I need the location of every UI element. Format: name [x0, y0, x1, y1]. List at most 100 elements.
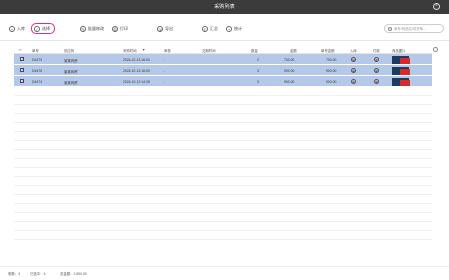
sort-down-icon[interactable]: ▼ — [142, 48, 145, 52]
cell-supplier: 某某商贸 — [64, 58, 78, 63]
select-button[interactable]: ✓ 选择 — [31, 23, 55, 34]
edit-icon: ✎ — [80, 25, 86, 32]
empty-row — [14, 132, 432, 141]
product-thumbnail-red — [400, 80, 410, 86]
cell-amount: 700.00 — [284, 57, 295, 62]
export-label: 导出 — [165, 25, 173, 31]
product-thumbnail-red — [400, 58, 410, 64]
statistics-button[interactable]: ◔ 统计 — [226, 23, 242, 34]
search-icon — [388, 26, 392, 31]
empty-row — [14, 231, 432, 240]
payment-icon[interactable]: ⊕ — [374, 57, 379, 62]
print-label: 打印 — [120, 25, 128, 31]
divider — [0, 40, 449, 41]
chart-icon: ◔ — [226, 25, 232, 32]
cell-order-amount: 900.00 — [326, 79, 337, 84]
batch-edit-button[interactable]: ✎ 批量修改 — [80, 23, 104, 34]
table-header: ✂ 单号 供应商 采购时间 ▼ 审核 交期时间 数量 金额 单号金额 入库 付款… — [14, 45, 432, 54]
cell-qty: 2 — [257, 57, 259, 62]
selected-count: 已选中：3 — [30, 272, 46, 276]
empty-row — [14, 159, 432, 168]
column-settings-icon[interactable] — [433, 47, 438, 52]
export-button[interactable]: ⇲ 导出 — [157, 23, 173, 34]
cell-qty: 3 — [257, 68, 259, 73]
stock-in-button[interactable]: + 入库 — [9, 23, 25, 34]
col-stock-in[interactable]: 入库 — [350, 48, 357, 53]
empty-row — [14, 123, 432, 132]
col-order-id[interactable]: 单号 — [32, 48, 39, 53]
col-supplier[interactable]: 供应商 — [64, 48, 74, 53]
title-bar: 采购列表 × — [0, 0, 449, 14]
col-product-image[interactable]: 商品图片 — [392, 48, 406, 53]
cell-time: 2024-10-13 16:00 — [123, 57, 150, 62]
cell-audit: - — [164, 57, 166, 62]
empty-row — [14, 168, 432, 177]
empty-row — [14, 222, 432, 231]
col-amount[interactable]: 金额 — [290, 48, 297, 53]
summary-button[interactable]: Σ 汇总 — [202, 23, 218, 34]
toolbar: + 入库 ✓ 选择 ✎ 批量修改 ⎙ 打印 ⇲ 导出 Σ 汇总 ◔ 统计 单号/… — [0, 18, 449, 40]
table-row[interactable]: ✓ D4473 某某商贸 2024-10-13 16:00 - 2 700.00… — [14, 54, 432, 65]
product-thumbnail-red — [400, 69, 410, 75]
select-label: 选择 — [42, 25, 50, 31]
row-checkbox[interactable]: ✓ — [20, 79, 24, 83]
close-icon[interactable]: × — [433, 3, 440, 10]
row-checkbox[interactable]: ✓ — [20, 68, 24, 72]
cell-order-id: D4474 — [32, 79, 42, 84]
stock-in-icon[interactable]: ⊕ — [351, 57, 356, 62]
cell-order-amount: 900.00 — [326, 68, 337, 73]
pin-icon[interactable]: ✂ — [19, 48, 22, 52]
print-icon: ⎙ — [112, 25, 118, 32]
col-purchase-time[interactable]: 采购时间 — [123, 48, 137, 53]
cell-amount: 900.00 — [284, 68, 295, 73]
table-row[interactable]: ✓ D4475 某某商贸 2024-10-13 16:00 - 3 900.00… — [14, 65, 432, 76]
export-icon: ⇲ — [157, 25, 163, 32]
empty-row — [14, 114, 432, 123]
empty-row — [14, 105, 432, 114]
empty-row — [14, 195, 432, 204]
cell-qty: 3 — [257, 79, 259, 84]
plus-icon: + — [9, 25, 15, 32]
col-payment[interactable]: 付款 — [373, 48, 380, 53]
empty-row — [14, 96, 432, 105]
search-input[interactable]: 单号/商品名/供货单... — [384, 24, 444, 33]
cell-order-amount: 700.00 — [326, 57, 337, 62]
empty-row — [14, 141, 432, 150]
empty-row — [14, 204, 432, 213]
col-audit[interactable]: 审核 — [164, 48, 171, 53]
cell-time: 2024-10-13 14:39 — [123, 79, 150, 84]
row-count: 条数：3 — [8, 272, 21, 276]
sigma-icon: Σ — [202, 25, 208, 32]
col-delivery[interactable]: 交期时间 — [202, 48, 216, 53]
stock-in-icon[interactable]: ⊕ — [351, 68, 356, 73]
payment-icon[interactable]: ⊕ — [374, 68, 379, 73]
purchase-table: ✂ 单号 供应商 采购时间 ▼ 审核 交期时间 数量 金额 单号金额 入库 付款… — [14, 45, 432, 240]
empty-row — [14, 213, 432, 222]
summary-label: 汇总 — [210, 25, 218, 31]
footer-status: 条数：3 已选中：3 总金额：2,500.00 — [0, 266, 449, 280]
check-icon: ✓ — [34, 25, 40, 32]
total-amount: 总金额：2,500.00 — [60, 272, 87, 276]
col-qty[interactable]: 数量 — [251, 48, 258, 53]
empty-row — [14, 177, 432, 186]
payment-icon[interactable]: ⊕ — [374, 79, 379, 84]
table-row[interactable]: ✓ D4474 某某商贸 2024-10-13 14:39 - 3 900.00… — [14, 76, 432, 87]
cell-audit: - — [164, 68, 166, 73]
stock-in-label: 入库 — [17, 25, 25, 31]
empty-row — [14, 150, 432, 159]
cell-supplier: 某某商贸 — [64, 69, 78, 74]
cell-time: 2024-10-13 16:00 — [123, 68, 150, 73]
search-placeholder: 单号/商品名/供货单... — [394, 27, 426, 31]
cell-supplier: 某某商贸 — [64, 80, 78, 85]
window-title: 采购列表 — [214, 4, 235, 10]
cell-order-id: D4475 — [32, 68, 42, 73]
cell-amount: 900.00 — [284, 79, 295, 84]
row-checkbox[interactable]: ✓ — [20, 57, 24, 61]
col-order-amount[interactable]: 单号金额 — [321, 48, 335, 53]
empty-row — [14, 186, 432, 195]
cell-order-id: D4473 — [32, 57, 42, 62]
stock-in-icon[interactable]: ⊕ — [351, 79, 356, 84]
empty-row — [14, 87, 432, 96]
print-button[interactable]: ⎙ 打印 — [112, 23, 128, 34]
statistics-label: 统计 — [234, 25, 242, 31]
